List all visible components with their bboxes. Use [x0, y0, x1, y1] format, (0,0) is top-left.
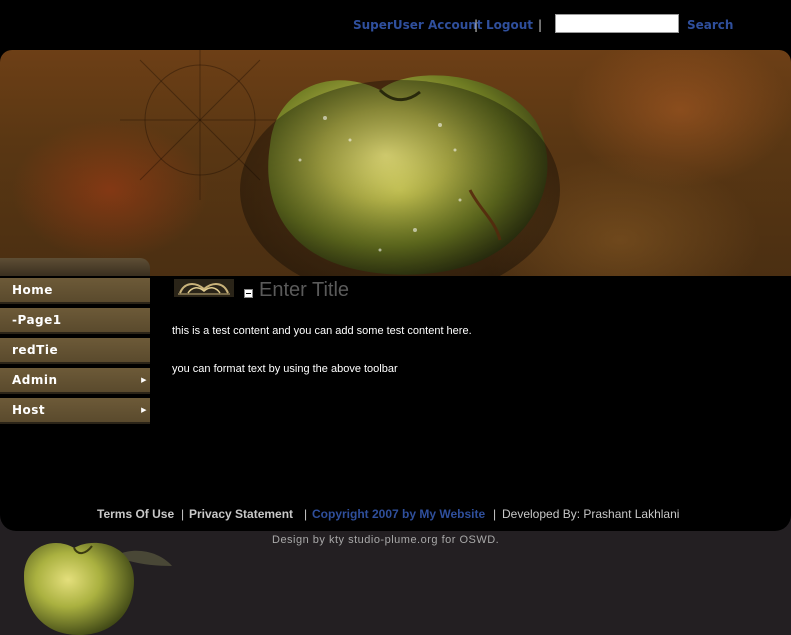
terms-link[interactable]: Terms Of Use — [97, 507, 174, 521]
nav-item-redtie[interactable]: redTie — [0, 338, 150, 364]
nav-item-label: Host — [12, 403, 46, 417]
user-account-link[interactable]: SuperUser Account — [353, 18, 483, 32]
separator: | — [181, 507, 185, 521]
nav-item-label: Admin — [12, 373, 58, 387]
nav-header-cap — [0, 258, 150, 276]
nav-item-label: redTie — [12, 343, 59, 357]
nav-item-host[interactable]: Host ▶ — [0, 398, 150, 424]
nav-item-label: Home — [12, 283, 53, 297]
content-paragraph: you can format text by using the above t… — [172, 363, 398, 375]
nav-item-label: -Page1 — [12, 313, 62, 327]
search-input[interactable] — [555, 14, 679, 33]
header-banner-image — [0, 50, 791, 276]
submenu-arrow-icon: ▶ — [141, 376, 147, 384]
page-container: SuperUser Account | Logout | Search Home… — [0, 0, 791, 531]
copyright-text: Copyright 2007 by My Website — [312, 507, 486, 521]
separator: | — [538, 18, 543, 32]
search-button[interactable]: Search — [687, 18, 733, 32]
separator: | — [474, 18, 479, 32]
collapse-icon[interactable] — [244, 289, 253, 298]
developer-credit: Developed By: Prashant Lakhlani — [502, 507, 680, 521]
separator: | — [493, 507, 497, 521]
module-title: Enter Title — [259, 279, 350, 301]
separator: | — [304, 507, 308, 521]
submenu-arrow-icon: ▶ — [141, 406, 147, 414]
ornament-icon — [174, 279, 234, 297]
top-bar: SuperUser Account | Logout | Search — [0, 0, 791, 50]
nav-item-admin[interactable]: Admin ▶ — [0, 368, 150, 394]
logout-link[interactable]: Logout — [486, 18, 533, 32]
nav-item-page1[interactable]: -Page1 — [0, 308, 150, 334]
design-credit: Design by kty studio-plume.org for OSWD. — [272, 534, 500, 546]
nav-item-home[interactable]: Home — [0, 278, 150, 304]
apple-decoration-icon — [24, 542, 172, 635]
content-paragraph: this is a test content and you can add s… — [172, 325, 472, 337]
privacy-link[interactable]: Privacy Statement — [189, 507, 293, 521]
